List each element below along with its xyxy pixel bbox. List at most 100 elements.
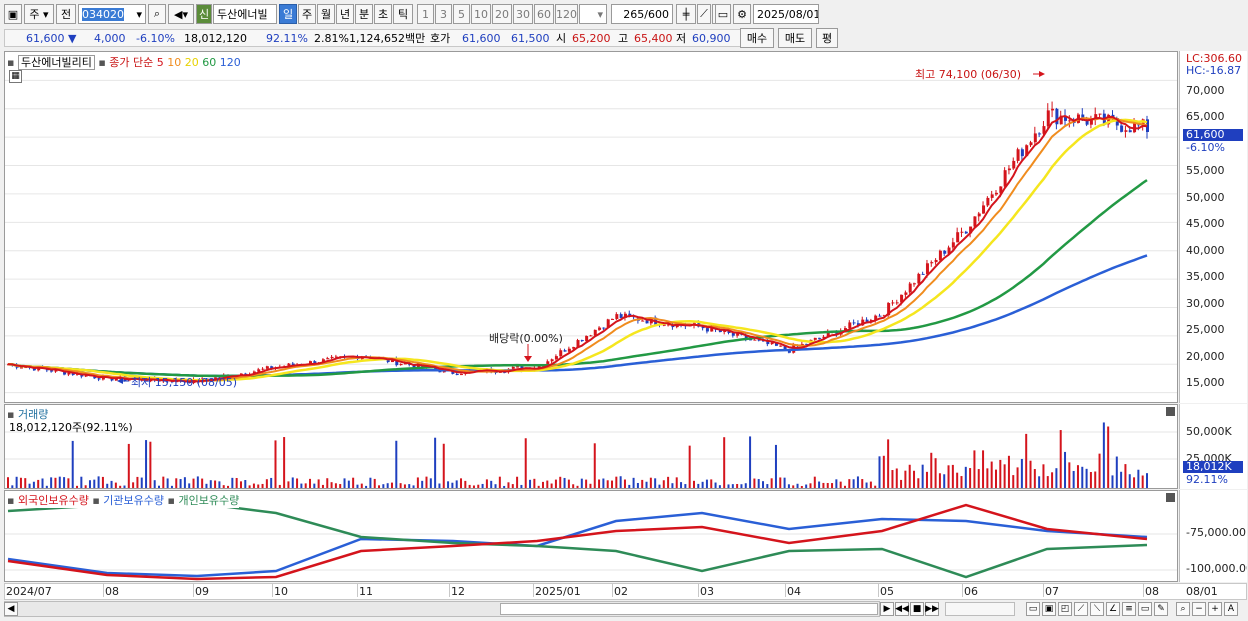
layout-icon[interactable]: ▭ (1026, 602, 1040, 616)
period-day-button[interactable]: 일 (279, 4, 297, 24)
prev-label: 전 (60, 8, 72, 21)
scroll-thumb[interactable] (500, 603, 878, 615)
draw-trend-icon[interactable]: ⟍ (1090, 602, 1104, 616)
interval-10-button[interactable]: 10 (471, 4, 491, 24)
holdings-panel[interactable]: ▪ 외국인보유수량 ▪ 기관보유수량 ▪ 개인보유수량 (4, 490, 1178, 582)
volume-bar (718, 485, 721, 488)
period-second-button[interactable]: 초 (374, 4, 392, 24)
rewind-icon[interactable]: ◀◀ (895, 602, 909, 616)
volume-bar (628, 484, 631, 488)
volume-bar (140, 477, 143, 488)
trade-volume: 18,012,120 (184, 31, 247, 45)
zoom-slider[interactable] (945, 602, 1015, 616)
stock-code-input[interactable]: 034020 ▾ (78, 4, 146, 24)
volume-bar (839, 481, 842, 488)
draw-pen-icon[interactable]: ✎ (1154, 602, 1168, 616)
zoom-in-icon[interactable]: + (1208, 602, 1222, 616)
volume-bar (434, 437, 437, 488)
period-tick-button[interactable]: 틱 (393, 4, 413, 24)
foreign-legend[interactable]: 외국인보유수량 (18, 494, 89, 507)
font-size-icon[interactable]: A (1224, 602, 1238, 616)
individual-legend[interactable]: 개인보유수량 (178, 494, 239, 507)
indicator-label[interactable]: 종가 단순 (109, 56, 153, 69)
draw-angle-icon[interactable]: ∠ (1106, 602, 1120, 616)
volume-bar (951, 464, 954, 488)
period-year-button[interactable]: 년 (336, 4, 354, 24)
volume-bar (106, 483, 109, 488)
forward-icon[interactable]: ▶▶ (925, 602, 939, 616)
interval-60-button[interactable]: 60 (534, 4, 554, 24)
volume-bar (76, 485, 79, 488)
price-chart-panel[interactable]: ▪ 두산에너빌리티 ▪ 종가 단순 5 10 20 60 120 ▦ 최고 74… (4, 51, 1178, 403)
candle-body (986, 197, 990, 206)
volume-bar (736, 483, 739, 488)
volume-bar (170, 485, 173, 488)
interval-20-button[interactable]: 20 (492, 4, 512, 24)
interval-1-button[interactable]: 1 (417, 4, 434, 24)
x-label: 06 (964, 585, 978, 598)
stop-icon[interactable]: ■ (910, 602, 924, 616)
open-label: 시 (556, 32, 567, 45)
search-icon[interactable]: ⌕ (148, 4, 166, 24)
eval-button[interactable]: 평 (816, 28, 838, 48)
layout3-icon[interactable]: ◰ (1058, 602, 1072, 616)
interval-30-button[interactable]: 30 (513, 4, 533, 24)
zoom-icon[interactable]: ⌕ (1176, 602, 1190, 616)
draw-box-icon[interactable]: ▭ (1138, 602, 1152, 616)
period-week-button[interactable]: 주 (298, 4, 316, 24)
period-month-button[interactable]: 월 (317, 4, 335, 24)
collapse-volume-icon[interactable] (1166, 407, 1175, 416)
draw-line-icon[interactable]: ⟋ (1074, 602, 1088, 616)
volume-panel[interactable]: ▪ 거래량 18,012,120주(92.11%) (4, 404, 1178, 489)
volume-bar (119, 485, 122, 488)
x-label: 2024/07 (6, 585, 52, 598)
interval-custom-select[interactable]: ▾ (579, 4, 607, 24)
interval-5-button[interactable]: 5 (453, 4, 470, 24)
table-icon[interactable]: ▦ (9, 70, 22, 83)
buy-button[interactable]: 매수 (740, 28, 774, 48)
date-input[interactable]: 2025/08/01 (753, 4, 819, 24)
stock-label[interactable]: 두산에너빌리티 (17, 55, 95, 70)
prev-button[interactable]: 전 (56, 4, 76, 24)
mode-select[interactable]: 주 ▾ (24, 4, 54, 24)
settings-gear-icon[interactable]: ⚙ (733, 4, 751, 24)
candle-type-icon[interactable]: ╪ (676, 4, 696, 24)
candle-body (615, 314, 619, 319)
collapse-holdings-icon[interactable] (1166, 493, 1175, 502)
y-tick: 70,000 (1186, 84, 1225, 97)
volume-bar (770, 478, 773, 488)
volume-bar (132, 482, 135, 488)
scroll-right-icon[interactable]: ▶ (880, 602, 894, 616)
volume-bar (818, 481, 821, 488)
volume-bar (602, 478, 605, 488)
sound-icon[interactable]: ◀▾ (168, 4, 194, 24)
sell-button[interactable]: 매도 (778, 28, 812, 48)
draw-fib-icon[interactable]: ≡ (1122, 602, 1136, 616)
volume-bar (382, 484, 385, 488)
volume-bar (533, 478, 536, 488)
zoom-out-icon[interactable]: − (1192, 602, 1206, 616)
count-input[interactable]: 265/600 (611, 4, 673, 24)
volume-bar (529, 479, 532, 488)
interval-120-button[interactable]: 120 (555, 4, 578, 24)
candle-body (645, 320, 649, 324)
candle-body (1120, 125, 1124, 132)
dividend-note: 배당락(0.00%) (489, 332, 563, 345)
institution-legend[interactable]: 기관보유수량 (103, 494, 164, 507)
scroll-left-icon[interactable]: ◀ (4, 602, 18, 616)
layout2-icon[interactable]: ▣ (1042, 602, 1056, 616)
candle-body (516, 366, 520, 368)
volume-bar (403, 484, 406, 488)
holdings-legend: ▪ 외국인보유수량 ▪ 기관보유수량 ▪ 개인보유수량 (7, 492, 240, 508)
interval-3-button[interactable]: 3 (435, 4, 452, 24)
save-icon[interactable]: ▭ (715, 4, 731, 24)
period-minute-button[interactable]: 분 (355, 4, 373, 24)
volume-bar (537, 485, 540, 488)
line-tool-icon[interactable]: ⟋ (697, 4, 711, 24)
volume-bar (792, 485, 795, 488)
window-menu-icon[interactable]: ▣ (4, 4, 22, 24)
stock-name: 두산에너빌 (217, 8, 268, 21)
volume-bar (930, 452, 933, 488)
volume-tag: 18,012K (1183, 461, 1243, 473)
volume-bar (71, 440, 74, 488)
